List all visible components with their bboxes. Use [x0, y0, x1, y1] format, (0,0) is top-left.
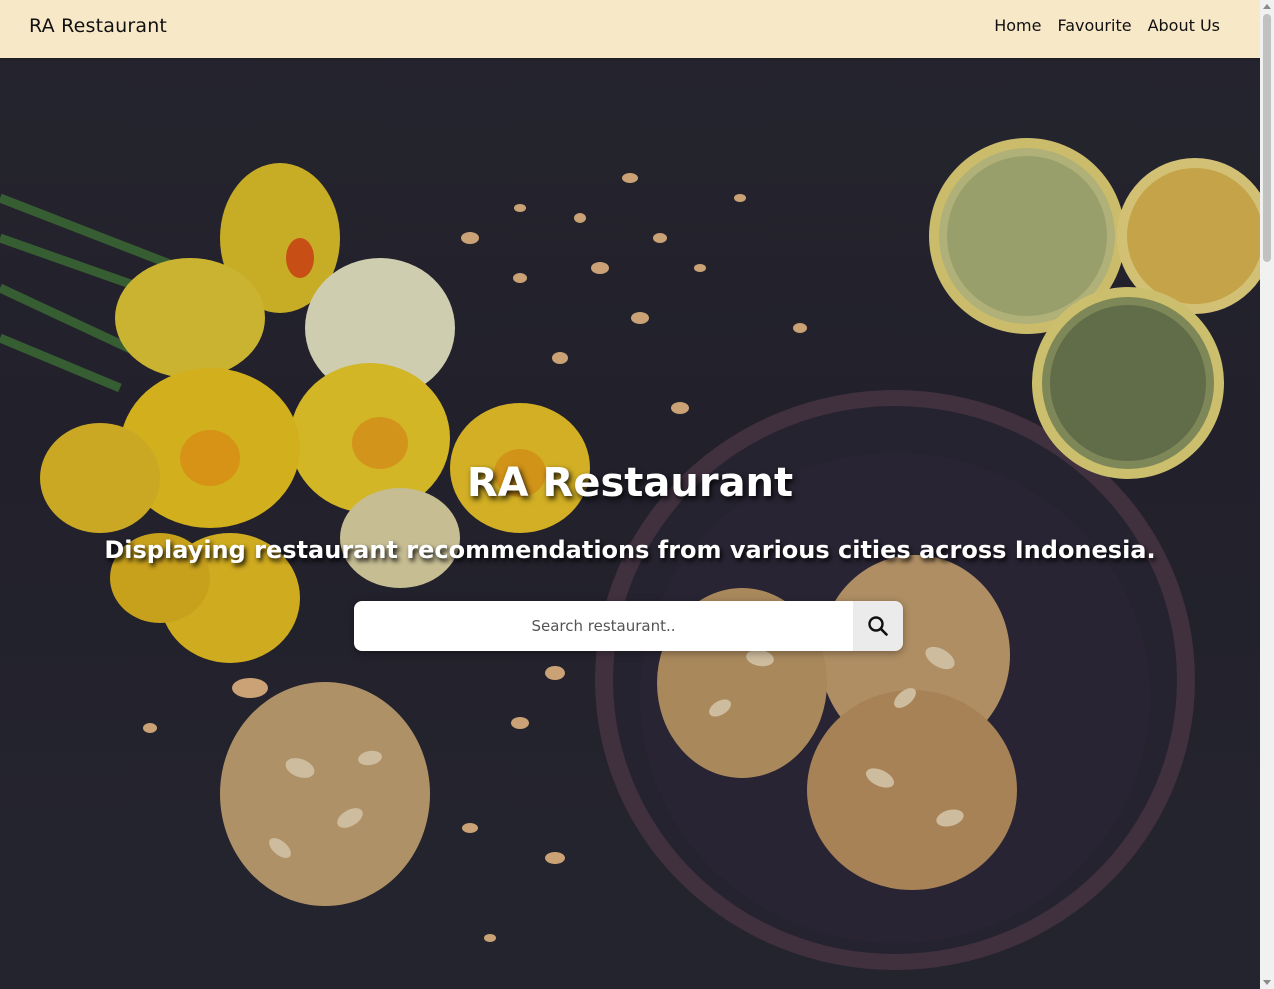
nav-link-home[interactable]: Home	[994, 16, 1041, 35]
search-bar	[354, 601, 903, 651]
hero-title: RA Restaurant	[466, 460, 794, 506]
hero-subtitle: Displaying restaurant recommendations fr…	[104, 536, 1156, 564]
navbar: RA Restaurant Home Favourite About Us	[0, 0, 1260, 58]
search-input[interactable]	[354, 601, 853, 651]
page: RA Restaurant Home Favourite About Us RA…	[0, 0, 1274, 989]
scrollbar-thumb[interactable]	[1263, 14, 1271, 262]
nav-links: Home Favourite About Us	[994, 16, 1220, 35]
scroll-up-arrow-icon[interactable]	[1263, 4, 1271, 9]
nav-link-favourite[interactable]: Favourite	[1057, 16, 1131, 35]
hero-section: RA Restaurant Displaying restaurant reco…	[0, 58, 1260, 989]
search-icon	[868, 616, 888, 636]
hero-content: RA Restaurant Displaying restaurant reco…	[0, 58, 1260, 989]
search-button[interactable]	[853, 601, 903, 651]
scroll-down-arrow-icon[interactable]	[1263, 980, 1271, 985]
nav-link-about-us[interactable]: About Us	[1148, 16, 1220, 35]
brand-logo[interactable]: RA Restaurant	[29, 15, 167, 37]
vertical-scrollbar[interactable]	[1260, 0, 1274, 989]
